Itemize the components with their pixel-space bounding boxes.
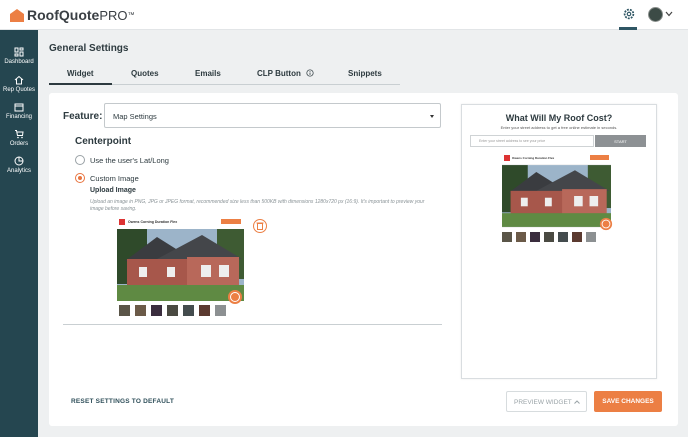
preview-image-header: Owens Corning Duration Flex (502, 153, 611, 164)
top-bar: RoofQuote PRO ™ (0, 0, 688, 30)
settings-gear-icon[interactable] (622, 7, 636, 21)
sidebar-item-label: Rep Quotes (2, 87, 36, 93)
radio-custom-image-label[interactable]: Custom Image (90, 174, 139, 183)
image-badge (590, 155, 609, 160)
image-badge (221, 219, 241, 224)
brand-mark (119, 219, 125, 225)
brand-mark (504, 155, 510, 161)
settings-tabs: Widget Quotes Emails CLP Button Snippets (49, 66, 400, 85)
tab-clp-button[interactable]: CLP Button (257, 69, 314, 78)
sidebar: Dashboard Rep Quotes Financing Orders An… (0, 30, 38, 437)
preview-house-photo (502, 165, 611, 227)
swatch[interactable] (119, 305, 130, 316)
app-logo[interactable]: RoofQuote PRO ™ (10, 7, 135, 23)
widget-preview-card: What Will My Roof Cost? Enter your stree… (461, 104, 657, 379)
dashboard-icon (14, 47, 24, 57)
preview-subtitle: Enter your street address to get a free … (500, 125, 618, 130)
swatch[interactable] (135, 305, 146, 316)
sidebar-item-rep-quotes[interactable]: Rep Quotes (0, 75, 38, 93)
cart-icon (15, 130, 24, 139)
image-caption: Owens Corning Duration Flex (128, 220, 178, 224)
chevron-up-icon (574, 400, 580, 404)
trademark: ™ (127, 11, 135, 19)
preview-widget-button[interactable]: PREVIEW WIDGET (506, 391, 587, 412)
preview-address-input[interactable]: Enter your street address to see your pr… (470, 135, 594, 147)
chevron-down-icon[interactable] (665, 10, 673, 18)
tab-emails[interactable]: Emails (195, 69, 221, 78)
app-name-suffix: PRO (99, 7, 128, 23)
sidebar-item-dashboard[interactable]: Dashboard (0, 47, 38, 65)
swatch (530, 232, 540, 242)
swatch[interactable] (183, 305, 194, 316)
section-divider (63, 324, 442, 325)
tab-snippets[interactable]: Snippets (348, 69, 382, 78)
tab-widget[interactable]: Widget (67, 69, 94, 78)
analytics-icon (14, 156, 24, 166)
swatch (558, 232, 568, 242)
uploaded-image-preview[interactable]: Owens Corning Duration Flex (117, 216, 244, 304)
save-changes-button[interactable]: SAVE CHANGES (594, 391, 662, 412)
info-icon[interactable] (306, 69, 314, 77)
preview-image-caption: Owens Corning Duration Flex (512, 156, 555, 160)
reset-settings-button[interactable]: RESET SETTINGS TO DEFAULT (71, 398, 174, 405)
swatch[interactable] (151, 305, 162, 316)
swatch[interactable] (167, 305, 178, 316)
radio-use-latlong-label[interactable]: Use the user's Lat/Long (90, 156, 169, 165)
swatch (502, 232, 512, 242)
swatch (544, 232, 554, 242)
preview-swatches (502, 232, 600, 242)
user-avatar[interactable] (648, 7, 663, 22)
sidebar-item-financing[interactable]: Financing (0, 102, 38, 120)
sidebar-item-orders[interactable]: Orders (0, 129, 38, 147)
swatch[interactable] (199, 305, 210, 316)
swatch (572, 232, 582, 242)
preview-title: What Will My Roof Cost? (505, 113, 613, 123)
image-header: Owens Corning Duration Flex (117, 216, 244, 229)
radio-custom-image[interactable] (75, 173, 85, 183)
upload-image-label: Upload Image (90, 187, 136, 194)
radio-use-latlong[interactable] (75, 155, 85, 165)
shingle-color-swatches (119, 305, 231, 316)
swatch (516, 232, 526, 242)
house-photo (117, 229, 244, 301)
swatch[interactable] (215, 305, 226, 316)
sidebar-item-label: Analytics (6, 168, 31, 174)
sidebar-item-label: Dashboard (4, 59, 34, 65)
upload-hint-text: Upload an image in PNG, JPG or JPEG form… (90, 199, 425, 212)
sidebar-item-label: Financing (5, 114, 32, 120)
preview-widget-label: PREVIEW WIDGET (514, 399, 572, 406)
settings-active-indicator (619, 27, 637, 30)
rep-quotes-icon (14, 75, 24, 85)
select-arrow-icon (430, 115, 434, 118)
active-tab-indicator (49, 83, 112, 85)
preview-certified-badge-icon (599, 217, 613, 231)
financing-icon (14, 103, 24, 112)
delete-image-icon[interactable] (253, 219, 267, 233)
feature-select-value: Map Settings (113, 112, 157, 121)
swatch (586, 232, 596, 242)
tab-quotes[interactable]: Quotes (131, 69, 159, 78)
centerpoint-heading: Centerpoint (75, 136, 132, 147)
house-logo-icon (10, 8, 24, 22)
feature-label: Feature: (63, 111, 103, 122)
app-name: RoofQuote (27, 7, 100, 23)
feature-select[interactable]: Map Settings (104, 103, 441, 128)
page-title: General Settings (49, 43, 129, 54)
certified-badge-icon (228, 290, 242, 304)
sidebar-item-analytics[interactable]: Analytics (0, 156, 38, 174)
sidebar-item-label: Orders (9, 141, 29, 147)
preview-start-button[interactable]: START (595, 135, 646, 147)
preview-house-image: Owens Corning Duration Flex (502, 153, 611, 228)
tab-label: CLP Button (257, 69, 301, 78)
